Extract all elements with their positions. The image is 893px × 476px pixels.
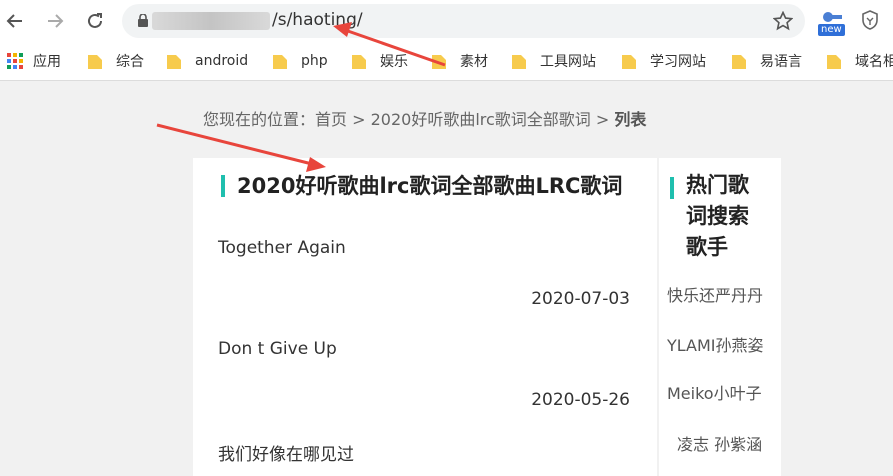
- hot-search-link[interactable]: 快乐还严丹丹: [667, 282, 763, 306]
- side-title: 热门歌词搜索歌手: [686, 173, 749, 259]
- hot-search-link[interactable]: 凌志 孙紫涵: [677, 431, 762, 455]
- breadcrumb-separator: >: [347, 110, 371, 129]
- folder-icon: [732, 55, 746, 69]
- bookmark-label: 学习网站: [650, 54, 706, 70]
- bookmark-folder[interactable]: 素材: [432, 51, 488, 71]
- folder-icon: [622, 55, 636, 69]
- address-url: /s/haoting/: [272, 10, 363, 30]
- bookmark-folder[interactable]: 域名相: [827, 51, 893, 71]
- bookmark-label: 娱乐: [380, 54, 408, 70]
- extension-new[interactable]: new: [818, 10, 848, 38]
- breadcrumb-prefix: 您现在的位置：: [203, 110, 316, 129]
- blurred-domain: [152, 12, 270, 30]
- bookmark-folder[interactable]: 易语言: [732, 51, 802, 71]
- folder-icon: [827, 55, 841, 69]
- folder-icon: [88, 55, 102, 69]
- extension-shield[interactable]: [861, 10, 879, 34]
- bookmark-folder[interactable]: 学习网站: [622, 51, 706, 71]
- bookmark-label: 工具网站: [540, 54, 596, 70]
- bookmarks-bar: 应用 综合 android php 娱乐 素材 工具网站 学习网站 易语言 域名…: [0, 42, 893, 81]
- back-button[interactable]: [2, 8, 28, 34]
- forward-button[interactable]: [42, 8, 68, 34]
- arrow-left-icon: [6, 14, 22, 28]
- bookmark-label: android: [195, 53, 249, 69]
- shield-icon: [862, 10, 878, 30]
- folder-icon: [273, 55, 287, 69]
- lock-icon: [138, 14, 148, 27]
- title-accent-bar: [221, 175, 225, 197]
- list-item-date: 2020-07-03: [531, 289, 630, 309]
- bookmark-folder[interactable]: 娱乐: [352, 51, 408, 71]
- new-badge: new: [818, 24, 845, 36]
- breadcrumb-category-link[interactable]: 2020好听歌曲lrc歌词全部歌词: [371, 110, 591, 129]
- folder-icon: [167, 55, 181, 69]
- breadcrumb-separator: >: [590, 110, 615, 129]
- address-bar[interactable]: /s/haoting/: [122, 4, 805, 38]
- bookmark-folder[interactable]: php: [273, 51, 328, 71]
- folder-icon: [432, 55, 446, 69]
- bookmark-label: 素材: [460, 54, 488, 70]
- bookmark-label: 域名相: [855, 54, 893, 70]
- side-accent-bar: [670, 177, 674, 199]
- bookmark-label: 易语言: [760, 54, 802, 70]
- list-item-title[interactable]: 我们好像在哪见过: [218, 440, 354, 465]
- bookmark-folder[interactable]: 综合: [88, 51, 144, 71]
- star-icon[interactable]: [773, 11, 793, 31]
- key-icon: [823, 12, 842, 22]
- apps-grid-icon: [7, 53, 23, 69]
- bookmark-folder[interactable]: 工具网站: [512, 51, 596, 71]
- reload-button[interactable]: [82, 8, 108, 34]
- list-item-title[interactable]: Together Again: [218, 238, 346, 258]
- breadcrumb-current: 列表: [614, 110, 647, 129]
- arrow-right-icon: [48, 14, 64, 28]
- list-item-date: 2020-05-26: [531, 390, 630, 410]
- article-list-card: 2020好听歌曲lrc歌词全部歌曲LRC歌词 Together Again 20…: [193, 158, 657, 476]
- bookmark-label: 综合: [116, 54, 144, 70]
- breadcrumb-home-link[interactable]: 首页: [315, 110, 347, 129]
- bookmark-label: php: [301, 53, 328, 69]
- breadcrumb: 您现在的位置：首页 > 2020好听歌曲lrc歌词全部歌词 > 列表: [203, 106, 646, 130]
- bookmark-label: 应用: [33, 54, 61, 70]
- list-item-title[interactable]: Don t Give Up: [218, 339, 337, 359]
- list-title: 2020好听歌曲lrc歌词全部歌曲LRC歌词: [237, 174, 623, 198]
- bookmark-folder[interactable]: android: [167, 51, 248, 71]
- reload-icon: [88, 13, 102, 28]
- folder-icon: [512, 55, 526, 69]
- bookmark-apps[interactable]: 应用: [7, 51, 61, 71]
- browser-toolbar: /s/haoting/ new: [0, 0, 893, 42]
- hot-search-link[interactable]: Meiko小叶子: [667, 380, 762, 404]
- hot-search-card: 热门歌词搜索歌手 快乐还严丹丹 YLAMI孙燕姿 Meiko小叶子 凌志 孙紫涵: [659, 158, 781, 476]
- hot-search-link[interactable]: YLAMI孙燕姿: [667, 332, 764, 356]
- folder-icon: [352, 55, 366, 69]
